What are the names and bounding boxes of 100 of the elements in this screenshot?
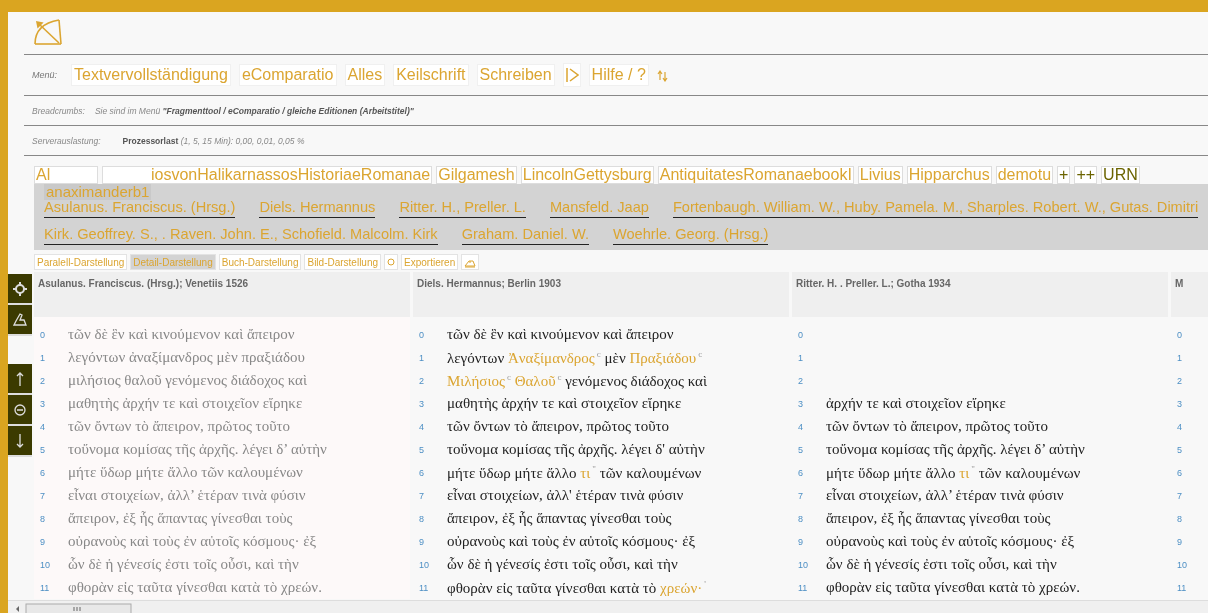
- breadcrumbs-label: Breadcrumbs:: [32, 105, 85, 116]
- edition-link[interactable]: Graham. Daniel. W.: [461, 224, 589, 245]
- column-header: Diels. Hermannus; Berlin 1903: [413, 272, 789, 317]
- text-tab[interactable]: AntiquitatesRomanaebookI: [657, 166, 854, 184]
- greek-text-line: ἄπειρον, ἐξ ἧς ἅπαντας γίνεσθαι τοὺς: [68, 510, 293, 527]
- menu-label: Menü:: [32, 70, 57, 80]
- tool-button[interactable]: [8, 305, 32, 336]
- view-button[interactable]: Detail-Darstellung: [130, 254, 216, 270]
- text-tab[interactable]: Hipparchus: [906, 166, 992, 184]
- edition-link[interactable]: Mansfeld. Jaap: [549, 197, 649, 218]
- greek-text-line: εἶναι στοιχείων, ἀλλ’ ἑτέραν τινὰ φύσιν: [68, 487, 306, 504]
- menu-item[interactable]: Hilfe / ?: [588, 64, 649, 86]
- line-number: 0: [1177, 329, 1183, 340]
- greek-text-line: τῶν ὄντων τὸ ἄπειρον, πρῶτος τοῦτο: [826, 418, 1049, 435]
- line-number: 7: [419, 490, 425, 501]
- greek-text-line: μήτε ὕδωρ μήτε ἄλλο τι$^{"}$ τῶν καλουμένων: [826, 463, 1081, 482]
- view-button[interactable]: Paralell-Darstellung: [34, 254, 128, 270]
- line-number: 3: [40, 398, 46, 409]
- action-tab[interactable]: +: [1057, 166, 1071, 184]
- greek-text-line: τοὔνομα κομίσας τῆς ἀρχῆς. λέγει δ’ αὐτὴν: [826, 441, 1085, 458]
- line-number: 10: [40, 559, 51, 570]
- edition-link[interactable]: Fortenbaugh. William. W., Huby. Pamela. M., Sharples. Robert. W., Gutas. Dimitri: [672, 197, 1199, 218]
- greek-text-line: ἄπειρον, ἐξ ἧς ἅπαντας γίνεσθαι τοὺς: [826, 510, 1051, 527]
- tool-button[interactable]: [8, 364, 32, 395]
- line-number: 9: [419, 536, 425, 547]
- line-number: 0: [40, 329, 46, 340]
- greek-text-line: ὧν δὲ ἡ γένεσίς ἐστι τοῖς οὖσι, καὶ τὴν: [447, 556, 678, 573]
- column-header: Asulanus. Franciscus. (Hrsg.); Venetiis 1526: [34, 272, 410, 317]
- greek-text-line: ὧν δὲ ἡ γένεσίς ἐστι τοῖς οὖσι, καὶ τὴν: [826, 556, 1057, 573]
- line-number: 8: [40, 513, 46, 524]
- greek-text-line: Μιλήσιος$^{c}$ Θαλοῦ$^{c}$ γενόμενος διάδοχος καὶ: [447, 371, 707, 390]
- text-tab[interactable]: Al: [34, 166, 98, 184]
- line-number: 0: [419, 329, 425, 340]
- text-tab[interactable]: LincolnGettysburg: [520, 166, 654, 184]
- line-number: 10: [419, 559, 430, 570]
- line-number: 11: [419, 582, 430, 593]
- greek-text-line: φθορὰν εἰς ταῦτα γίνεσθαι κατὰ τὸ χρεών.: [68, 579, 322, 596]
- tool-button[interactable]: [8, 274, 32, 305]
- tool-button[interactable]: [8, 426, 32, 457]
- line-number: 3: [798, 398, 804, 409]
- settings-icon: [13, 281, 27, 296]
- line-number: 3: [1177, 398, 1183, 409]
- line-number: 9: [1177, 536, 1183, 547]
- menu-item[interactable]: Alles: [344, 64, 386, 86]
- greek-text-line: εἶναι στοιχείων, ἀλλ' ἑτέραν τινὰ φύσιν: [447, 487, 684, 504]
- view-button[interactable]: Bild-Darstellung: [304, 254, 382, 270]
- line-number: 5: [1177, 444, 1183, 455]
- edition-link[interactable]: Diels. Hermannus: [259, 197, 376, 218]
- line-number: 1: [798, 352, 804, 363]
- tool-button[interactable]: [8, 395, 32, 426]
- view-button[interactable]: Exportieren: [401, 254, 459, 270]
- line-number: 1: [1177, 352, 1183, 363]
- line-number: 6: [40, 467, 46, 478]
- line-number: 9: [40, 536, 46, 547]
- minus-circle-icon: [13, 402, 27, 417]
- line-number: 2: [419, 375, 425, 386]
- action-tab[interactable]: URN: [1101, 166, 1140, 184]
- greek-text-line: μήτε ὕδωρ μήτε ἄλλο τι$^{"}$ τῶν καλουμένων: [447, 463, 702, 482]
- text-tab[interactable]: Gilgamesh: [436, 166, 517, 184]
- menu-item[interactable]: Schreiben: [476, 64, 555, 86]
- greek-text-line: μήτε ὕδωρ μήτε ἄλλο τῶν καλουμένων: [68, 464, 303, 481]
- greek-text-line: φθορὰν εἰς ταῦτα γίνεσθαι κατὰ τὸ χρεών·$^{'}$: [447, 578, 706, 597]
- greek-text-line: τοὔνομα κομίσας τῆς ἀρχῆς. λέγει δ’ αὐτὴν: [68, 441, 327, 458]
- bow-arrow-logo: [33, 18, 63, 48]
- text-tab[interactable]: iosvonHalikarnassosHistoriaeRomanae: [102, 166, 433, 184]
- greek-text-line: οὐρανοὺς καὶ τοὺς ἐν αὐτοῖς κόσμους· ἐξ: [826, 533, 1075, 550]
- column-header: M: [1171, 272, 1208, 317]
- line-number: 5: [419, 444, 425, 455]
- line-number: 1: [40, 352, 46, 363]
- edition-link[interactable]: Asulanus. Franciscus. (Hrsg.): [44, 197, 236, 218]
- line-number: 7: [1177, 490, 1183, 501]
- text-tab[interactable]: Livius: [857, 166, 903, 184]
- line-number: 2: [1177, 375, 1183, 386]
- edition-link[interactable]: Kirk. Geoffrey. S., . Raven. John. E., Schofield. Malcolm. Kirk: [44, 224, 438, 245]
- greek-text-line: τῶν ὄντων τὸ ἄπειρον, πρῶτος τοῦτο: [447, 418, 670, 435]
- line-number: 4: [40, 421, 46, 432]
- line-number: 2: [40, 375, 46, 386]
- edition-link[interactable]: Ritter. H., Preller. L.: [399, 197, 526, 218]
- greek-text-line: ἀρχήν τε καὶ στοιχεῖον εἴρηκε: [826, 395, 1006, 412]
- line-number: 8: [798, 513, 804, 524]
- greek-text-line: ὧν δὲ ἡ γένεσίς ἐστι τοῖς οὖσι, καὶ τὴν: [68, 556, 299, 573]
- greek-text-line: τῶν δὲ ἓν καὶ κινούμενον καὶ ἄπειρον: [68, 326, 295, 343]
- line-number: 10: [1177, 559, 1188, 570]
- action-tab[interactable]: ++: [1074, 166, 1098, 184]
- text-tab[interactable]: demotu: [995, 166, 1054, 184]
- greek-text-line: τῶν ὄντων τὸ ἄπειρον, πρῶτος τοῦτο: [68, 418, 291, 435]
- line-number: 11: [798, 582, 809, 593]
- menu-item[interactable]: eComparatio: [238, 64, 337, 86]
- tooltip: anaximanderb1: [44, 184, 152, 200]
- line-number: 6: [419, 467, 425, 478]
- view-button[interactable]: Buch-Darstellung: [218, 254, 302, 270]
- menu-item[interactable]: Textvervollständigung: [71, 64, 231, 86]
- greek-text-line: οὐρανοὺς καὶ τοὺς ἐν αὐτοῖς κόσμους· ἐξ: [68, 533, 317, 550]
- edition-link[interactable]: Woehrle. Georg. (Hrsg.): [613, 224, 769, 245]
- menu-item[interactable]: Keilschrift: [393, 64, 469, 86]
- line-number: 8: [419, 513, 425, 524]
- greek-text-line: μαθητὴς ἀρχήν τε καὶ στοιχεῖον εἴρηκε: [447, 395, 682, 412]
- circle-icon: [387, 258, 396, 266]
- column-header: Ritter. H. . Preller. L.; Gotha 1934: [792, 272, 1168, 317]
- line-number: 9: [798, 536, 804, 547]
